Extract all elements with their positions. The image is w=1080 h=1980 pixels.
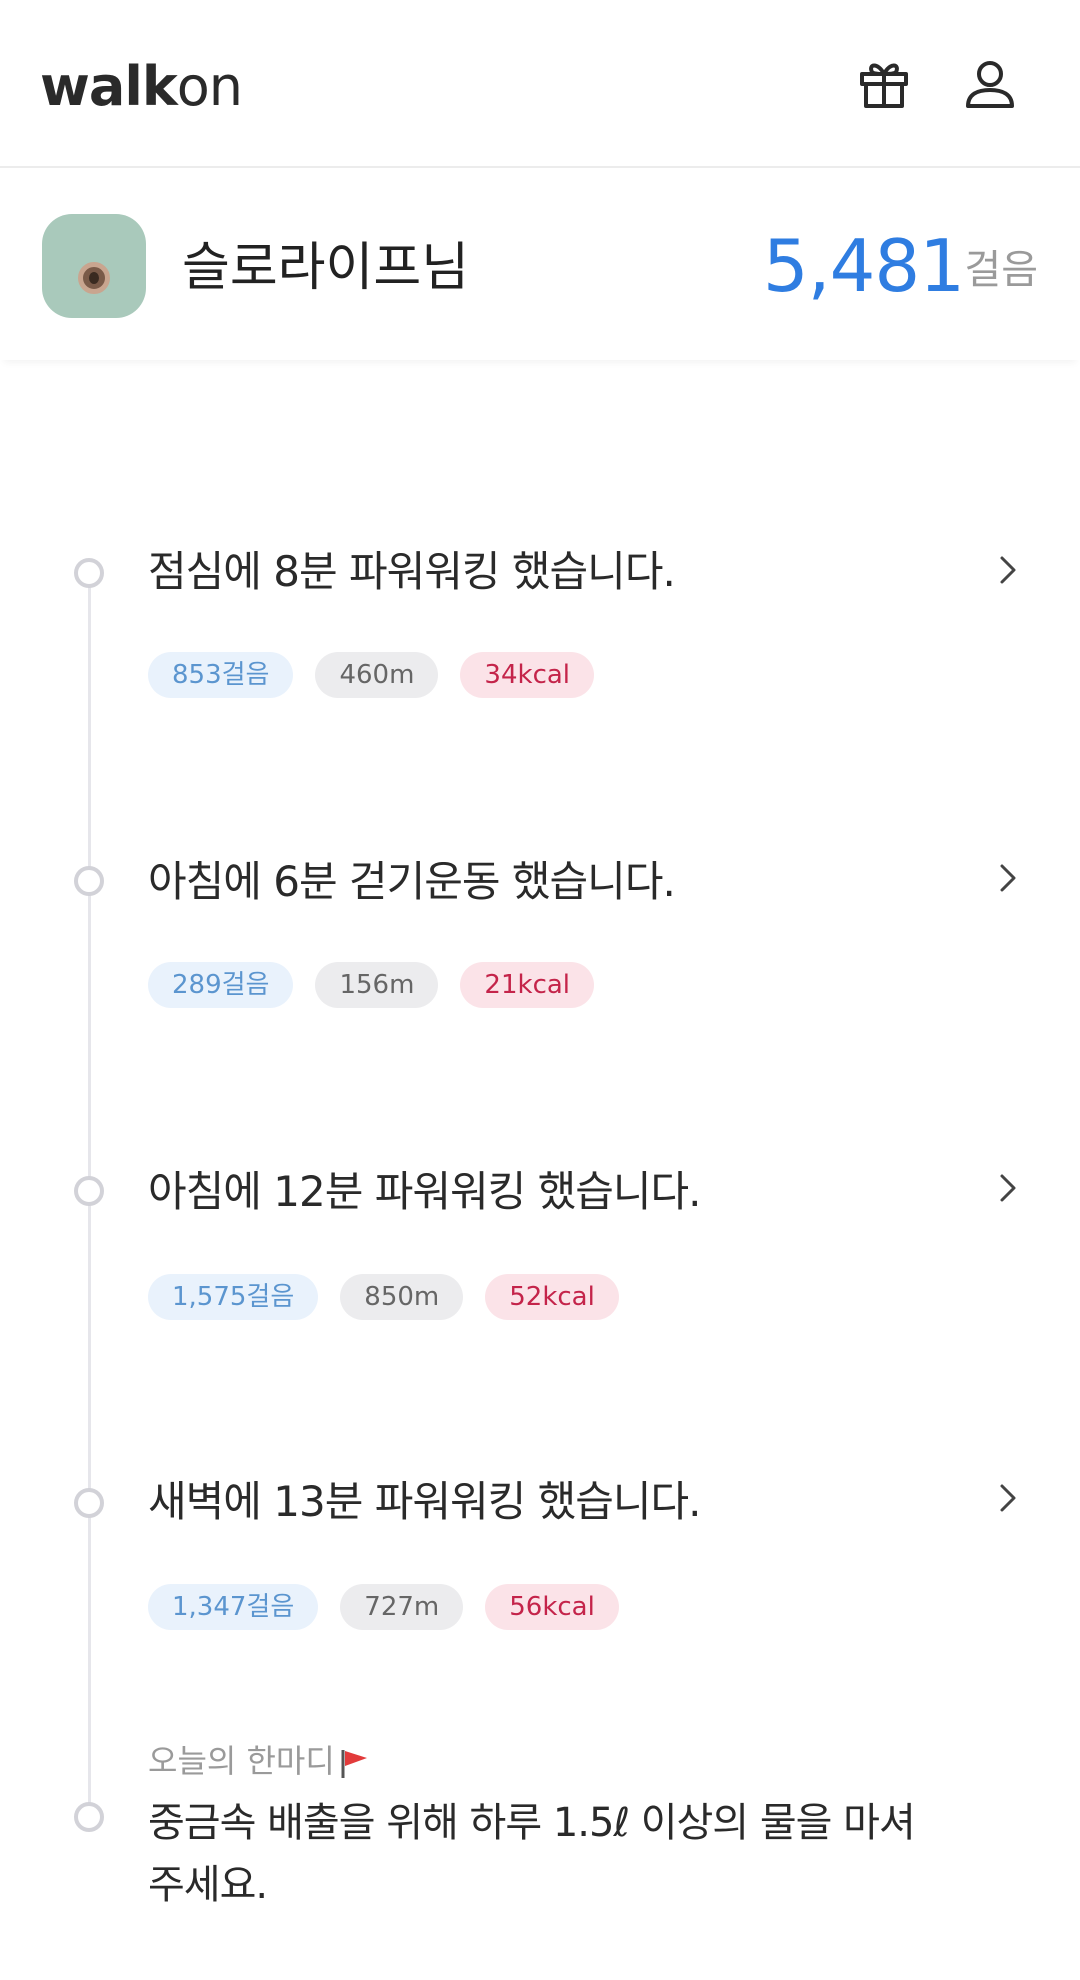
distance-chip: 460m bbox=[315, 652, 439, 698]
activity-title: 점심에 8분 파워워킹 했습니다. bbox=[148, 547, 676, 596]
activity-title: 아침에 6분 걷기운동 했습니다. bbox=[148, 857, 676, 906]
steps-chip: 853걸음 bbox=[148, 652, 294, 698]
chevron-right-icon[interactable] bbox=[996, 1168, 1020, 1208]
profile-summary: 슬로라이프님 5,481 걸음 bbox=[0, 170, 1080, 360]
timeline-dot bbox=[74, 558, 104, 588]
calorie-chip: 52kcal bbox=[485, 1274, 619, 1320]
activity-item[interactable]: 아침에 12분 파워워킹 했습니다. 1,575걸음 850m 52kcal bbox=[0, 1162, 1080, 1342]
activity-item[interactable]: 점심에 8분 파워워킹 했습니다. 853걸음 460m 34kcal bbox=[0, 540, 1080, 720]
user-name: 슬로라이프님 bbox=[182, 238, 470, 298]
user-icon[interactable] bbox=[960, 54, 1020, 114]
activity-title: 아침에 12분 파워워킹 했습니다. bbox=[148, 1167, 702, 1216]
gift-icon[interactable] bbox=[854, 54, 914, 114]
activity-item[interactable]: 새벽에 13분 파워워킹 했습니다. 1,347걸음 727m 56kcal bbox=[0, 1472, 1080, 1652]
tip-label: 오늘의 한마디 bbox=[148, 1736, 371, 1786]
chevron-right-icon[interactable] bbox=[996, 858, 1020, 898]
activity-stats: 289걸음 156m 21kcal bbox=[148, 962, 595, 1008]
timeline-dot bbox=[74, 866, 104, 896]
total-steps: 5,481 bbox=[762, 224, 965, 308]
tip-text: 중금속 배출을 위해 하루 1.5ℓ 이상의 물을 마셔주세요. bbox=[148, 1800, 916, 1908]
calorie-chip: 34kcal bbox=[460, 652, 595, 698]
activity-title: 새벽에 13분 파워워킹 했습니다. bbox=[148, 1477, 702, 1526]
activity-stats: 1,347걸음 727m 56kcal bbox=[148, 1584, 619, 1630]
activity-stats: 1,575걸음 850m 52kcal bbox=[148, 1274, 619, 1320]
timeline-dot bbox=[74, 1802, 104, 1832]
steps-chip: 1,347걸음 bbox=[148, 1584, 319, 1630]
tip-label-text: 오늘의 한마디 bbox=[148, 1742, 335, 1780]
timeline-dot bbox=[74, 1488, 104, 1518]
chevron-right-icon[interactable] bbox=[996, 550, 1020, 590]
steps-chip: 1,575걸음 bbox=[148, 1274, 319, 1320]
distance-chip: 156m bbox=[315, 962, 439, 1008]
timeline-dot bbox=[74, 1176, 104, 1206]
avatar-image-center bbox=[89, 272, 99, 284]
flag-icon bbox=[341, 1750, 367, 1778]
app-header: walkon bbox=[0, 0, 1080, 168]
distance-chip: 727m bbox=[340, 1584, 464, 1630]
calorie-chip: 21kcal bbox=[460, 962, 595, 1008]
logo-main: walk bbox=[40, 55, 178, 118]
steps-chip: 289걸음 bbox=[148, 962, 294, 1008]
avatar[interactable] bbox=[42, 214, 146, 318]
activity-stats: 853걸음 460m 34kcal bbox=[148, 652, 595, 698]
logo-suffix: on bbox=[176, 55, 243, 118]
calorie-chip: 56kcal bbox=[485, 1584, 619, 1630]
distance-chip: 850m bbox=[340, 1274, 464, 1320]
chevron-right-icon[interactable] bbox=[996, 1478, 1020, 1518]
activity-item[interactable]: 아침에 6분 걷기운동 했습니다. 289걸음 156m 21kcal bbox=[0, 852, 1080, 1032]
app-logo[interactable]: walkon bbox=[40, 52, 243, 122]
total-steps-unit: 걸음 bbox=[964, 247, 1038, 293]
